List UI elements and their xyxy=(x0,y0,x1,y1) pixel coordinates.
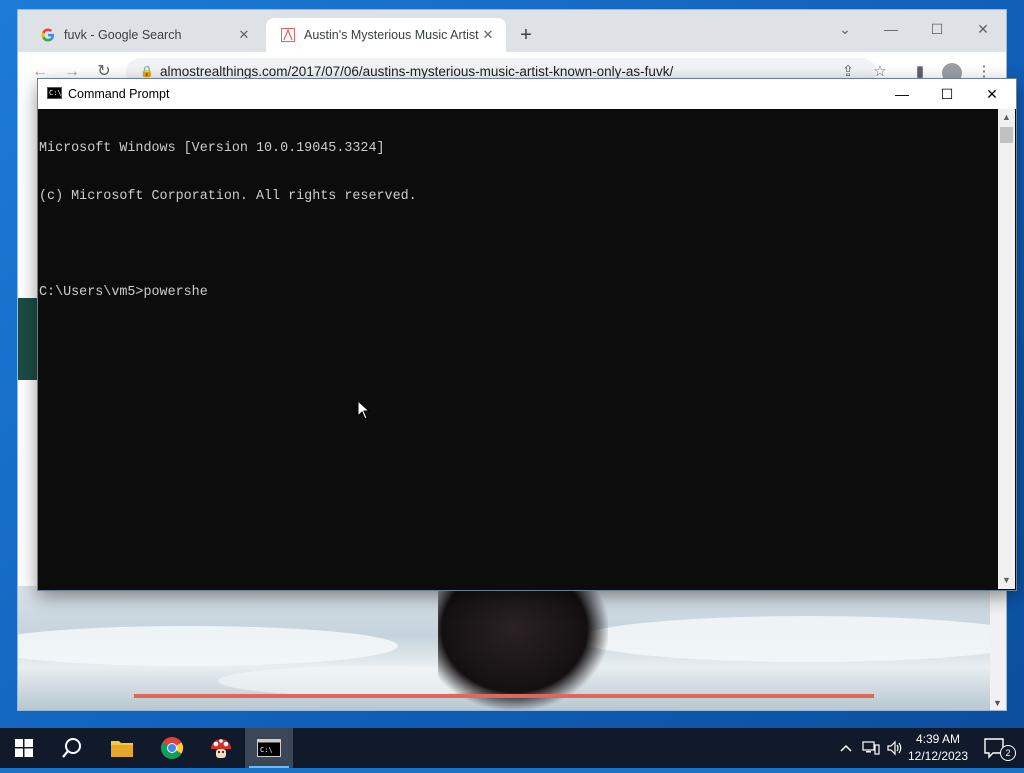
scroll-up-icon[interactable]: ▲ xyxy=(998,109,1015,126)
cmd-maximize-button[interactable]: ☐ xyxy=(924,79,970,109)
chrome-button[interactable] xyxy=(148,728,196,768)
tab-close-icon[interactable]: ✕ xyxy=(480,27,496,43)
site-icon xyxy=(280,27,296,43)
person-figure xyxy=(438,586,608,710)
maximize-button[interactable]: ☐ xyxy=(914,14,960,44)
close-button[interactable]: ✕ xyxy=(960,14,1006,44)
cmd-close-button[interactable]: ✕ xyxy=(969,79,1015,109)
url-text: almostrealthings.com/2017/07/06/austins-… xyxy=(160,64,674,79)
clock-date: 12/12/2023 xyxy=(907,749,969,763)
taskbar: C:\ 4:39 AM 12/12/2023 2 xyxy=(0,728,1024,768)
scroll-down-icon[interactable]: ▼ xyxy=(993,698,1002,708)
network-icon[interactable] xyxy=(860,728,882,768)
google-g-icon xyxy=(40,27,56,43)
file-explorer-button[interactable] xyxy=(98,728,146,768)
minimize-button[interactable]: — xyxy=(868,14,914,44)
tab-title: Austin's Mysterious Music Artist Known O… xyxy=(304,28,480,42)
cmd-title: Command Prompt xyxy=(68,87,170,101)
mouse-pointer-icon xyxy=(357,400,371,420)
chrome-icon xyxy=(161,737,183,759)
cmd-scrollbar[interactable]: ▲ ▼ xyxy=(998,109,1015,589)
notification-count-badge: 2 xyxy=(1000,745,1016,761)
console-line: (c) Microsoft Corporation. All rights re… xyxy=(39,189,417,204)
mushroom-app-button[interactable] xyxy=(197,728,245,768)
tab-austins-artist[interactable]: Austin's Mysterious Music Artist Known O… xyxy=(266,18,506,52)
search-button[interactable] xyxy=(48,728,96,768)
page-banner xyxy=(18,298,38,380)
tab-strip: fuvk - Google Search ✕ Austin's Mysterio… xyxy=(18,10,1006,52)
tray-chevron-up-icon[interactable] xyxy=(836,728,856,768)
command-prompt-taskbar-button[interactable]: C:\ xyxy=(245,728,293,768)
console-line: Microsoft Windows [Version 10.0.19045.33… xyxy=(39,141,385,156)
hero-image xyxy=(18,586,990,710)
command-prompt-icon: C:\ xyxy=(257,739,281,757)
tab-title: fuvk - Google Search xyxy=(64,28,182,42)
start-button[interactable] xyxy=(0,728,48,768)
console-output[interactable]: Microsoft Windows [Version 10.0.19045.33… xyxy=(39,109,997,589)
tab-google-search[interactable]: fuvk - Google Search ✕ xyxy=(26,18,262,52)
tab-search-icon[interactable]: ⌄ xyxy=(822,14,868,44)
cmd-minimize-button[interactable]: — xyxy=(879,79,925,109)
cmd-titlebar[interactable]: C:\ Command Prompt — ☐ ✕ xyxy=(38,79,1016,109)
new-tab-button[interactable]: + xyxy=(514,24,538,48)
command-prompt-window: C:\ Command Prompt — ☐ ✕ Microsoft Windo… xyxy=(38,79,1016,590)
clock-time: 4:39 AM xyxy=(915,732,961,746)
scroll-thumb[interactable] xyxy=(1000,127,1013,143)
file-explorer-icon xyxy=(111,741,133,757)
svg-text:C:\: C:\ xyxy=(260,746,273,754)
scroll-down-icon[interactable]: ▼ xyxy=(998,572,1015,589)
search-icon xyxy=(62,738,81,758)
tab-close-icon[interactable]: ✕ xyxy=(236,27,252,43)
notification-center-button[interactable]: 2 xyxy=(980,728,1020,768)
system-clock[interactable]: 4:39 AM 12/12/2023 xyxy=(900,731,976,765)
command-prompt-icon: C:\ xyxy=(47,87,62,99)
mushroom-app-icon xyxy=(211,739,231,758)
accent-line xyxy=(134,694,874,698)
console-input-line[interactable]: C:\Users\vm5>powershe xyxy=(39,285,997,301)
start-icon xyxy=(15,739,33,757)
